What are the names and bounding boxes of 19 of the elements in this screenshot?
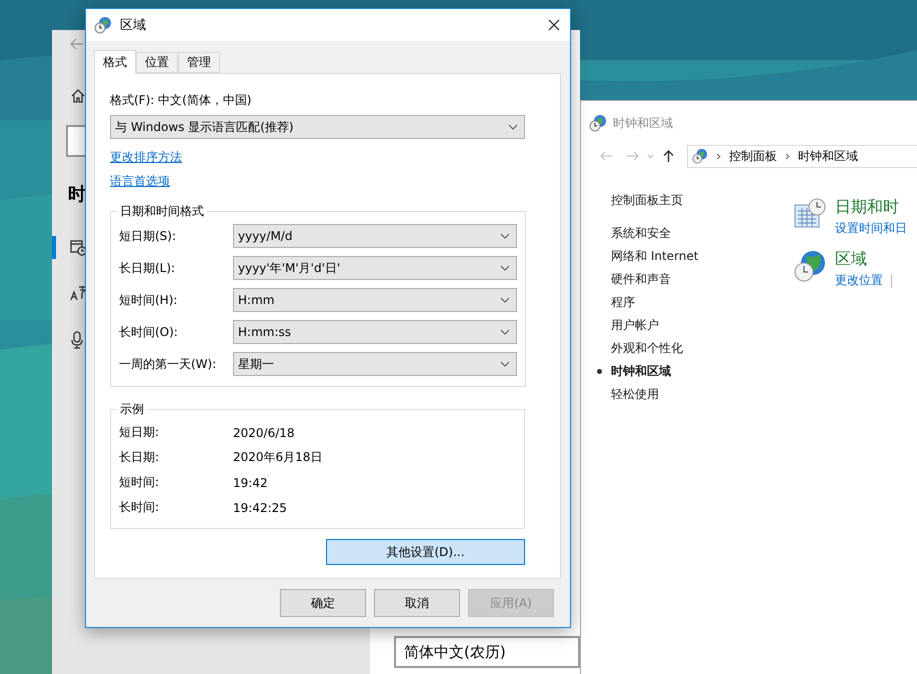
field-label: 长时间(O): [119,324,179,340]
field-label: 短时间(H): [119,292,178,308]
window-title: 区域 [120,17,147,34]
field-label: 短日期: [119,424,160,441]
field-label: 长日期: [119,449,160,466]
example-value: 19:42:25 [233,500,287,514]
field-label: 短日期(S): [119,228,178,244]
example-value: 2020/6/18 [233,426,295,440]
field-label: 短时间: [119,474,160,491]
group-title: 示例 [119,401,145,418]
field-label: 长日期(L): [119,260,176,276]
example-value: 19:42 [233,476,268,490]
page-heading: 时 [68,183,87,206]
format-label: 格式(F): 中文(简体，中国) [110,92,252,109]
group-title: 日期和时间格式 [119,203,205,220]
field-label: 一周的第一天(W): [119,356,218,372]
window-title: 时钟和区域 [613,114,673,132]
field-label: 长时间: [119,499,160,516]
example-value: 2020年6月18日 [233,449,322,466]
